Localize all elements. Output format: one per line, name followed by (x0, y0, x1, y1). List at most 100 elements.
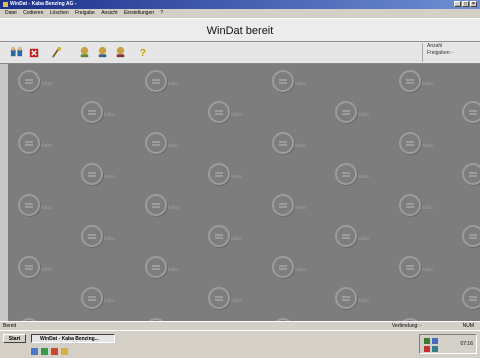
taskbar-item-windat[interactable]: WinDat - Kaba Benzing... (31, 334, 115, 343)
watermark-text: kaba (104, 112, 115, 118)
watermark-text: kaba (168, 267, 179, 273)
watermark-circle-icon (18, 70, 40, 92)
watermark-logo: kaba (145, 256, 185, 280)
watermark-circle-icon (81, 225, 103, 247)
watermark-circle-icon (272, 70, 294, 92)
close-button[interactable]: × (470, 1, 477, 7)
watermark-text: kaba (358, 236, 369, 242)
watermark-logo: kaba (399, 194, 439, 218)
watermark-circle-icon (462, 287, 480, 309)
watermark-logo: kaba (272, 70, 312, 94)
watermark-circle-icon (18, 256, 40, 278)
watermark-circle-icon (272, 194, 294, 216)
minimize-button[interactable]: _ (454, 1, 461, 7)
menu-einstellungen[interactable]: Einstellungen (124, 10, 154, 16)
watermark-text: kaba (231, 174, 242, 180)
watermark-circle-icon (272, 132, 294, 154)
watermark-circle-icon (399, 132, 421, 154)
key-code-icon[interactable] (78, 46, 91, 59)
watermark-text: kaba (295, 205, 306, 211)
watermark-text: kaba (41, 81, 52, 87)
watermark-logo: kaba (272, 132, 312, 156)
watermark-text: kaba (231, 112, 242, 118)
watermark-circle-icon (208, 225, 230, 247)
watermark-logo: kaba (462, 101, 480, 125)
menu-help[interactable]: ? (160, 10, 163, 16)
watermark-logo: kaba (208, 163, 248, 187)
volume-icon[interactable] (432, 338, 438, 344)
watermark-circle-icon (335, 287, 357, 309)
watermark-logo: kaba (81, 287, 121, 311)
display-icon[interactable] (432, 346, 438, 352)
menu-datei[interactable]: Datei (5, 10, 17, 16)
watermark-circle-icon (335, 101, 357, 123)
watermark-text: kaba (231, 298, 242, 304)
delete-card-icon[interactable] (28, 46, 41, 59)
people-icon[interactable] (10, 46, 23, 59)
watermark-logo: kaba (335, 287, 375, 311)
watermark-circle-icon (145, 194, 167, 216)
menu-freigabe[interactable]: Freigabe (75, 10, 95, 16)
watermark-text: kaba (231, 236, 242, 242)
svg-text:?: ? (140, 48, 146, 59)
watermark-circle-icon (145, 132, 167, 154)
watermark-circle-icon (18, 132, 40, 154)
help-icon[interactable]: ? (136, 46, 149, 59)
watermark-logo: kaba (145, 194, 185, 218)
maximize-button[interactable]: □ (462, 1, 469, 7)
mail-icon[interactable] (51, 348, 58, 355)
watermark-circle-icon (399, 194, 421, 216)
info-count-label: Anzahl (427, 43, 443, 49)
watermark-circle-icon (399, 256, 421, 278)
quick-launch (31, 348, 68, 355)
watermark-logo: kaba (462, 287, 480, 311)
antivirus-icon[interactable] (424, 346, 430, 352)
watermark-text: kaba (41, 267, 52, 273)
watermark-logo: kaba (18, 70, 58, 94)
watermark-text: kaba (422, 205, 433, 211)
main-canvas: kaba kaba kaba kaba kaba kaba kaba kaba kaba kaba… (8, 64, 480, 321)
watermark-text: kaba (168, 143, 179, 149)
start-button[interactable]: Start (3, 334, 26, 343)
watermark-text: kaba (358, 112, 369, 118)
folder-icon[interactable] (61, 348, 68, 355)
app-icon (3, 2, 8, 7)
system-tray: 07:16 (419, 334, 477, 354)
watermark-text: kaba (104, 298, 115, 304)
key-edit-icon[interactable] (50, 46, 63, 59)
taskbar: Start WinDat - Kaba Benzing... 07:16 (0, 330, 480, 358)
watermark-logo: kaba (18, 132, 58, 156)
watermark-logo: kaba (208, 225, 248, 249)
watermark-logo: kaba (399, 70, 439, 94)
title-bar: WinDat - Kaba Benzing AG - _ □ × (0, 0, 480, 9)
watermark-logo: kaba (335, 163, 375, 187)
watermark-logo: kaba (208, 101, 248, 125)
menu-codieren[interactable]: Codieren (23, 10, 43, 16)
key-release-icon[interactable] (114, 46, 127, 59)
watermark-logo: kaba (272, 194, 312, 218)
watermark-logo: kaba (462, 163, 480, 187)
watermark-circle-icon (81, 163, 103, 185)
menu-loeschen[interactable]: Löschen (50, 10, 69, 16)
watermark-logo: kaba (335, 225, 375, 249)
toolbar: ? Anzahl Freigaben: - (0, 42, 480, 64)
watermark-text: kaba (358, 174, 369, 180)
menu-ansicht[interactable]: Ansicht (101, 10, 117, 16)
watermark-text: kaba (422, 267, 433, 273)
desktop-icon[interactable] (31, 348, 38, 355)
network-icon[interactable] (424, 338, 430, 344)
watermark-circle-icon (462, 163, 480, 185)
browser-icon[interactable] (41, 348, 48, 355)
watermark-text: kaba (422, 143, 433, 149)
watermark-text: kaba (41, 205, 52, 211)
watermark-text: kaba (295, 143, 306, 149)
watermark-circle-icon (335, 225, 357, 247)
watermark-logo: kaba (272, 256, 312, 280)
key-read-icon[interactable] (96, 46, 109, 59)
watermark-text: kaba (295, 267, 306, 273)
info-releases-label: Freigaben: - (427, 50, 454, 56)
watermark-text: kaba (104, 174, 115, 180)
watermark-text: kaba (168, 205, 179, 211)
watermark-circle-icon (208, 163, 230, 185)
status-header: WinDat bereit (0, 18, 480, 42)
